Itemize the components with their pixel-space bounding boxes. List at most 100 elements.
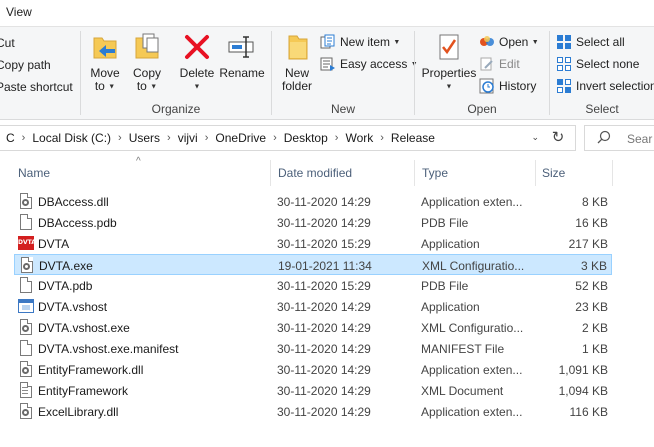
copy-to-label: Copy <box>132 66 161 80</box>
chevron-right-icon[interactable]: › <box>376 132 388 144</box>
file-name: EntityFramework <box>38 384 129 398</box>
file-row[interactable]: ExcelLibrary.dll 30-11-2020 14:29 Applicat… <box>14 401 612 422</box>
delete-button[interactable]: Delete ▼ <box>177 31 217 93</box>
file-type: Application <box>421 300 480 314</box>
file-row[interactable]: DVTA.vshost.exe.manifest 30-11-2020 14:29… <box>14 338 612 359</box>
chevron-right-icon[interactable]: › <box>163 132 175 144</box>
history-icon <box>479 78 495 94</box>
select-none-icon <box>556 56 572 72</box>
file-name: EntityFramework.dll <box>38 363 144 377</box>
app-icon <box>18 298 34 314</box>
copy-path-label: Copy path <box>0 58 51 72</box>
file-row[interactable]: DVTA.exe 19-01-2021 11:34 XML Configuratio… <box>14 254 612 275</box>
file-row[interactable]: DVTA.vshost 30-11-2020 14:29 Application 23… <box>14 296 612 317</box>
easy-access-button[interactable]: Easy access ▼ <box>320 54 418 74</box>
search-icon <box>597 130 611 147</box>
clipboard-group: Cut Copy path Paste shortcut <box>0 27 80 120</box>
select-all-button[interactable]: Select all <box>556 32 625 52</box>
chevron-right-icon[interactable]: › <box>201 132 213 144</box>
column-header-type[interactable]: Type <box>422 166 448 180</box>
open-group: Properties ▼ Open ▼ Edit History Open <box>415 27 549 120</box>
file-name: ExcelLibrary.dll <box>38 405 119 419</box>
file-date: 30-11-2020 14:29 <box>277 321 371 335</box>
file-row[interactable]: DVTA.vshost.exe 30-11-2020 14:29 XML Confi… <box>14 317 612 338</box>
new-group-label: New <box>330 102 355 116</box>
file-type: MANIFEST File <box>421 342 505 356</box>
new-folder-button[interactable]: New folder <box>278 31 316 93</box>
ribbon: Cut Copy path Paste shortcut Move to ▼ C… <box>0 26 654 120</box>
config-file-icon <box>18 319 34 335</box>
file-name: DVTA.vshost.exe.manifest <box>38 342 179 356</box>
file-size: 52 KB <box>575 279 608 293</box>
breadcrumb-item[interactable]: Release <box>388 131 438 145</box>
breadcrumb-item[interactable]: Work <box>342 131 376 145</box>
invert-selection-button[interactable]: Invert selection <box>556 76 654 96</box>
copy-to-icon <box>131 31 163 63</box>
breadcrumb-item[interactable]: Local Disk (C:) <box>29 131 114 145</box>
chevron-right-icon[interactable]: › <box>269 132 281 144</box>
organize-group: Move to ▼ Copy to ▼ Delete ▼ Rename Orga… <box>81 27 271 120</box>
chevron-down-icon[interactable]: ⌄ <box>531 132 539 143</box>
breadcrumb-item[interactable]: C <box>3 131 18 145</box>
file-row[interactable]: DBAccess.pdb 30-11-2020 14:29 PDB File 16 K… <box>14 212 612 233</box>
breadcrumb-item[interactable]: Desktop <box>281 131 331 145</box>
paste-shortcut-label: Paste shortcut <box>0 80 73 94</box>
column-header-row: ^ Name Date modified Type Size <box>0 156 654 188</box>
file-name: DVTA <box>38 237 70 251</box>
file-type: XML Document <box>421 384 504 398</box>
address-bar[interactable]: C › Local Disk (C:) › Users › vijvi › On… <box>0 125 576 151</box>
file-row[interactable]: DVTA DVTA 30-11-2020 15:29 Application 217 K… <box>14 233 612 254</box>
select-none-label: Select none <box>576 57 640 71</box>
column-divider[interactable] <box>535 160 536 186</box>
column-divider[interactable] <box>414 160 415 186</box>
file-date: 30-11-2020 15:29 <box>277 237 371 251</box>
column-header-name[interactable]: Name <box>18 166 50 180</box>
file-row[interactable]: EntityFramework 30-11-2020 14:29 XML Docum… <box>14 380 612 401</box>
copy-to-button[interactable]: Copy to ▼ <box>129 31 165 93</box>
column-header-date[interactable]: Date modified <box>278 166 352 180</box>
easy-access-label: Easy access <box>340 57 408 71</box>
column-divider[interactable] <box>612 160 613 186</box>
open-button[interactable]: Open ▼ <box>479 32 539 52</box>
move-to-icon <box>89 31 121 63</box>
history-button[interactable]: History <box>479 76 536 96</box>
rename-button[interactable]: Rename <box>219 31 265 80</box>
chevron-right-icon[interactable]: › <box>114 132 126 144</box>
column-header-size[interactable]: Size <box>542 166 565 180</box>
file-type: XML Configuratio... <box>422 259 525 273</box>
new-item-label: New item <box>340 35 391 49</box>
search-placeholder: Sear <box>627 132 653 146</box>
delete-icon <box>181 31 213 63</box>
chevron-right-icon[interactable]: › <box>18 132 30 144</box>
ribbon-tab-strip: View <box>0 0 654 26</box>
gear-file-icon <box>18 193 34 209</box>
file-type: Application exten... <box>421 195 523 209</box>
new-folder-label: New <box>284 66 309 80</box>
copy-path-button[interactable]: Copy path <box>0 55 51 75</box>
properties-button[interactable]: Properties ▼ <box>421 31 477 93</box>
config-file-icon <box>19 257 35 273</box>
file-row[interactable]: DBAccess.dll 30-11-2020 14:29 Application … <box>14 191 612 212</box>
tab-view[interactable]: View <box>0 5 38 19</box>
move-to-button[interactable]: Move to ▼ <box>87 31 123 93</box>
new-item-button[interactable]: New item ▼ <box>320 32 400 52</box>
file-row[interactable]: DVTA.pdb 30-11-2020 15:29 PDB File 52 KB <box>14 275 612 296</box>
cut-button[interactable]: Cut <box>0 33 15 53</box>
breadcrumb-item[interactable]: Users <box>126 131 163 145</box>
move-to-label: Move <box>90 66 120 80</box>
file-row[interactable]: EntityFramework.dll 30-11-2020 14:29 Appli… <box>14 359 612 380</box>
column-divider[interactable] <box>270 160 271 186</box>
paste-shortcut-button[interactable]: Paste shortcut <box>0 77 73 97</box>
edit-button[interactable]: Edit <box>479 54 520 74</box>
chevron-right-icon[interactable]: › <box>331 132 343 144</box>
file-size: 8 KB <box>581 195 608 209</box>
breadcrumb-item[interactable]: OneDrive <box>212 131 269 145</box>
select-all-label: Select all <box>576 35 625 49</box>
delete-label: Delete <box>179 66 215 80</box>
refresh-icon[interactable]: ↻ <box>547 128 569 148</box>
search-input[interactable]: Sear <box>584 125 654 151</box>
file-icon <box>18 340 34 356</box>
breadcrumb-item[interactable]: vijvi <box>175 131 201 145</box>
open-group-label: Open <box>467 102 497 116</box>
select-none-button[interactable]: Select none <box>556 54 639 74</box>
